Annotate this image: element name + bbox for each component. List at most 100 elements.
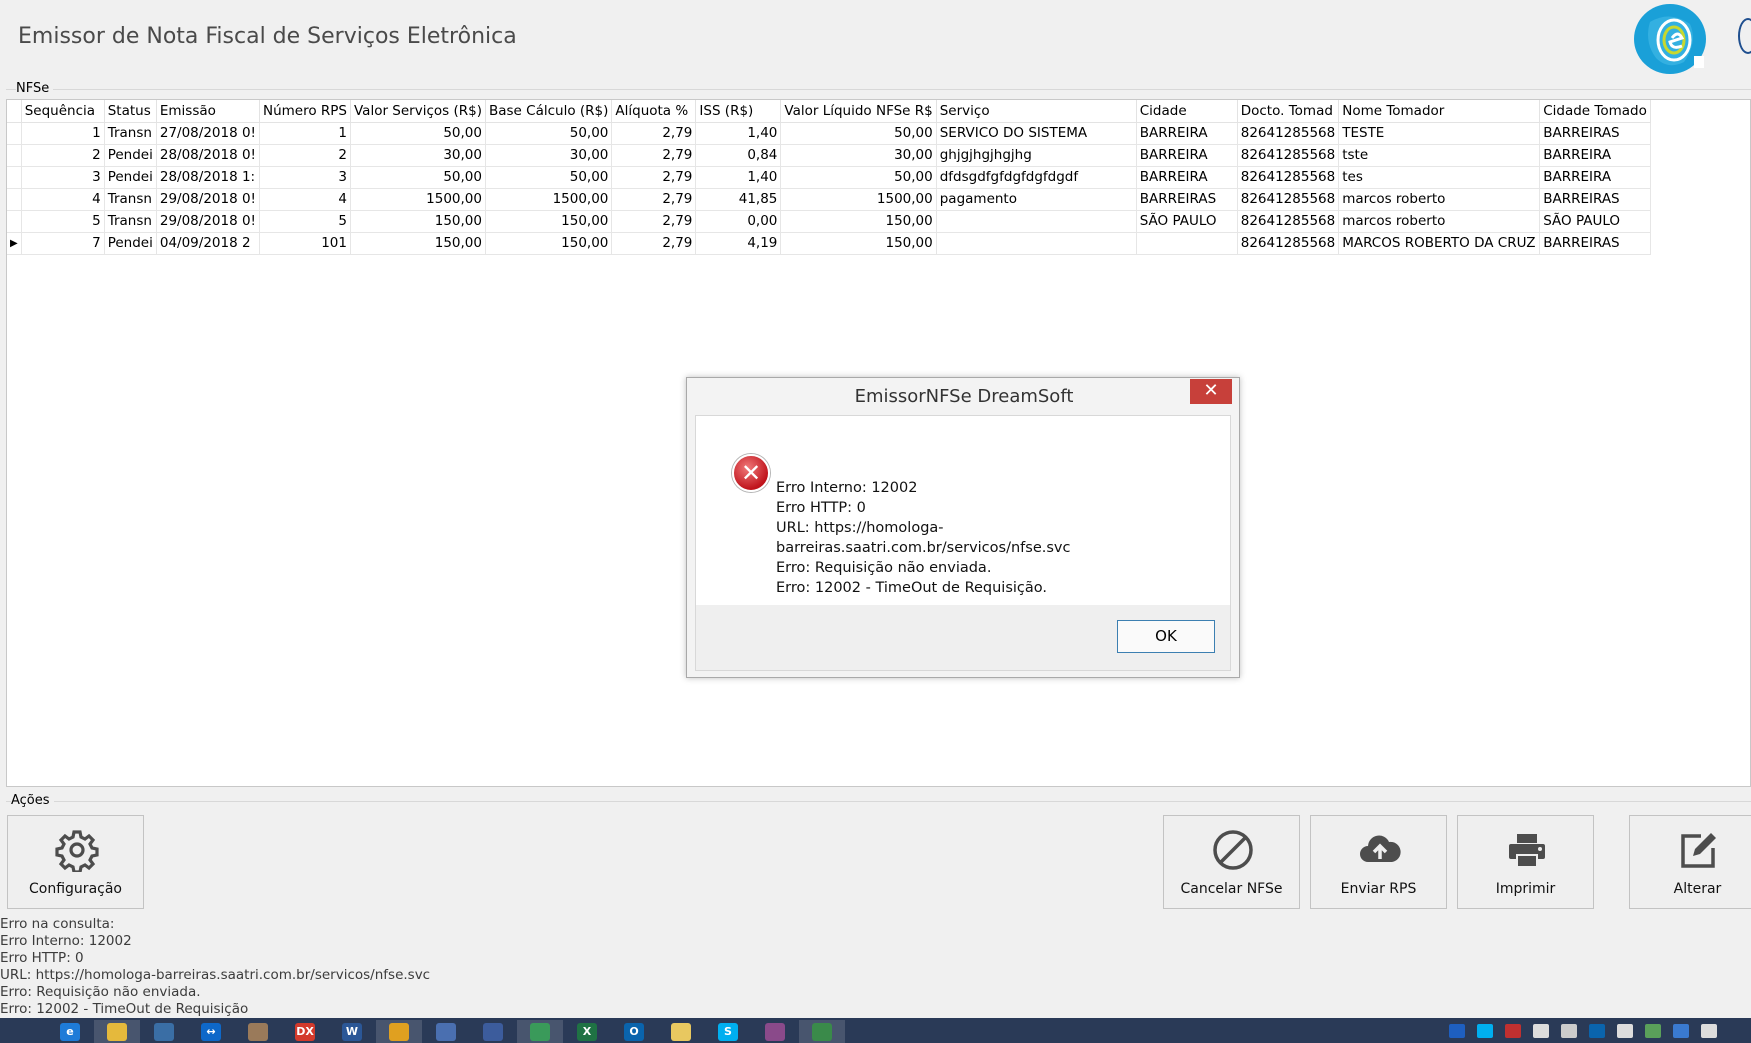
- table-row[interactable]: 3 Pendei 28/08/2018 1: 3 50,00 50,00 2,79 1,40 5…: [7, 166, 1651, 189]
- imprimir-button[interactable]: Imprimir: [1457, 815, 1594, 909]
- column-header[interactable]: ISS (R$): [695, 100, 782, 123]
- cell-iss[interactable]: 1,40: [695, 122, 782, 145]
- cell-docto[interactable]: 82641285568: [1237, 232, 1340, 255]
- taskbar-item[interactable]: [94, 1020, 140, 1043]
- column-header[interactable]: Cidade Tomado: [1539, 100, 1651, 123]
- cell-rps[interactable]: 1: [259, 122, 351, 145]
- cell-rps[interactable]: 5: [259, 210, 351, 233]
- cell-base[interactable]: 50,00: [485, 122, 613, 145]
- table-row[interactable]: 1 Transn 27/08/2018 0! 1 50,00 50,00 2,79 1,40 5…: [7, 122, 1651, 145]
- taskbar-item[interactable]: [141, 1020, 187, 1043]
- cell-cidade-tomador[interactable]: SÃO PAULO: [1539, 210, 1651, 233]
- cell-aliquota[interactable]: 2,79: [611, 122, 697, 145]
- cell-valor[interactable]: 30,00: [350, 144, 486, 167]
- action-center-icon[interactable]: [1701, 1024, 1717, 1038]
- cell-base[interactable]: 1500,00: [485, 188, 613, 211]
- taskbar-item[interactable]: DX: [282, 1020, 328, 1043]
- configuracao-button[interactable]: Configuração: [7, 815, 144, 909]
- cancelar-nfse-button[interactable]: Cancelar NFSe: [1163, 815, 1300, 909]
- cell-tomador[interactable]: marcos roberto: [1338, 210, 1541, 233]
- column-header[interactable]: Nome Tomador: [1338, 100, 1541, 123]
- taskbar-item[interactable]: S: [705, 1020, 751, 1043]
- cell-seq[interactable]: 5: [21, 210, 105, 233]
- cell-cidade-tomador[interactable]: BARREIRAS: [1539, 232, 1651, 255]
- cell-iss[interactable]: 1,40: [695, 166, 782, 189]
- network-signal-icon[interactable]: [1561, 1024, 1577, 1038]
- taskbar-item[interactable]: [376, 1020, 422, 1043]
- cell-iss[interactable]: 0,84: [695, 144, 782, 167]
- cell-docto[interactable]: 82641285568: [1237, 210, 1340, 233]
- cell-base[interactable]: 50,00: [485, 166, 613, 189]
- column-header[interactable]: Número RPS: [259, 100, 351, 123]
- taskbar-item[interactable]: [235, 1020, 281, 1043]
- dialog-close-button[interactable]: ✕: [1190, 379, 1232, 404]
- cell-cidade[interactable]: BARREIRAS: [1136, 188, 1238, 211]
- cell-aliquota[interactable]: 2,79: [611, 210, 697, 233]
- cell-tomador[interactable]: marcos roberto: [1338, 188, 1541, 211]
- skype-tray-icon[interactable]: [1477, 1024, 1493, 1038]
- column-header[interactable]: Serviço: [936, 100, 1137, 123]
- cell-base[interactable]: 150,00: [485, 232, 613, 255]
- column-header[interactable]: Emissão: [156, 100, 260, 123]
- cell-emissao[interactable]: 04/09/2018 2: [156, 232, 260, 255]
- taskbar-item[interactable]: [517, 1020, 563, 1043]
- cell-tomador[interactable]: tste: [1338, 144, 1541, 167]
- cell-seq[interactable]: 1: [21, 122, 105, 145]
- cell-emissao[interactable]: 28/08/2018 0!: [156, 144, 260, 167]
- column-header[interactable]: Valor Líquido NFSe R$: [780, 100, 937, 123]
- cell-cidade[interactable]: SÃO PAULO: [1136, 210, 1238, 233]
- cell-liquido[interactable]: 150,00: [780, 232, 937, 255]
- table-row[interactable]: 5 Transn 29/08/2018 0! 5 150,00 150,00 2,79 0,0…: [7, 210, 1651, 233]
- cell-aliquota[interactable]: 2,79: [611, 188, 697, 211]
- column-header[interactable]: Docto. Tomad: [1237, 100, 1340, 123]
- cell-valor[interactable]: 50,00: [350, 166, 486, 189]
- volume-icon[interactable]: [1617, 1024, 1633, 1038]
- tool-tray-icon[interactable]: [1505, 1024, 1521, 1038]
- flag-icon[interactable]: [1533, 1024, 1549, 1038]
- taskbar-item[interactable]: e: [47, 1020, 93, 1043]
- cell-servico[interactable]: dfdsgdfgfdgfdgfdgdf: [936, 166, 1137, 189]
- cell-emissao[interactable]: 29/08/2018 0!: [156, 188, 260, 211]
- cell-seq[interactable]: 2: [21, 144, 105, 167]
- cell-servico[interactable]: [936, 210, 1137, 233]
- cell-tomador[interactable]: tes: [1338, 166, 1541, 189]
- cell-cidade-tomador[interactable]: BARREIRA: [1539, 144, 1651, 167]
- cell-cidade[interactable]: [1136, 232, 1238, 255]
- cell-emissao[interactable]: 28/08/2018 1:: [156, 166, 260, 189]
- cell-docto[interactable]: 82641285568: [1237, 166, 1340, 189]
- bluetooth-icon[interactable]: [1449, 1024, 1465, 1038]
- cell-valor[interactable]: 150,00: [350, 210, 486, 233]
- cell-cidade[interactable]: BARREIRA: [1136, 166, 1238, 189]
- cell-rps[interactable]: 4: [259, 188, 351, 211]
- cell-status[interactable]: Pendei: [104, 232, 157, 255]
- table-row[interactable]: ▶ 7 Pendei 04/09/2018 2 101 150,00 150,00 2,79 4…: [7, 232, 1651, 255]
- cell-base[interactable]: 30,00: [485, 144, 613, 167]
- cell-valor[interactable]: 50,00: [350, 122, 486, 145]
- cell-base[interactable]: 150,00: [485, 210, 613, 233]
- column-header[interactable]: Valor Serviços (R$): [350, 100, 486, 123]
- cell-liquido[interactable]: 50,00: [780, 122, 937, 145]
- cell-iss[interactable]: 41,85: [695, 188, 782, 211]
- cell-valor[interactable]: 1500,00: [350, 188, 486, 211]
- taskbar-item[interactable]: W: [329, 1020, 375, 1043]
- cell-cidade-tomador[interactable]: BARREIRAS: [1539, 188, 1651, 211]
- cell-cidade-tomador[interactable]: BARREIRAS: [1539, 122, 1651, 145]
- cell-rps[interactable]: 3: [259, 166, 351, 189]
- cell-iss[interactable]: 0,00: [695, 210, 782, 233]
- cell-docto[interactable]: 82641285568: [1237, 188, 1340, 211]
- cell-seq[interactable]: 3: [21, 166, 105, 189]
- battery-icon[interactable]: [1645, 1024, 1661, 1038]
- cell-seq[interactable]: 4: [21, 188, 105, 211]
- cell-aliquota[interactable]: 2,79: [611, 144, 697, 167]
- cell-docto[interactable]: 82641285568: [1237, 144, 1340, 167]
- cell-aliquota[interactable]: 2,79: [611, 166, 697, 189]
- cell-liquido[interactable]: 30,00: [780, 144, 937, 167]
- monitor-icon[interactable]: [1673, 1024, 1689, 1038]
- cell-status[interactable]: Pendei: [104, 144, 157, 167]
- cell-aliquota[interactable]: 2,79: [611, 232, 697, 255]
- taskbar-item[interactable]: [423, 1020, 469, 1043]
- taskbar-item[interactable]: O: [611, 1020, 657, 1043]
- cell-servico[interactable]: pagamento: [936, 188, 1137, 211]
- column-header[interactable]: Status: [104, 100, 157, 123]
- cell-cidade[interactable]: BARREIRA: [1136, 144, 1238, 167]
